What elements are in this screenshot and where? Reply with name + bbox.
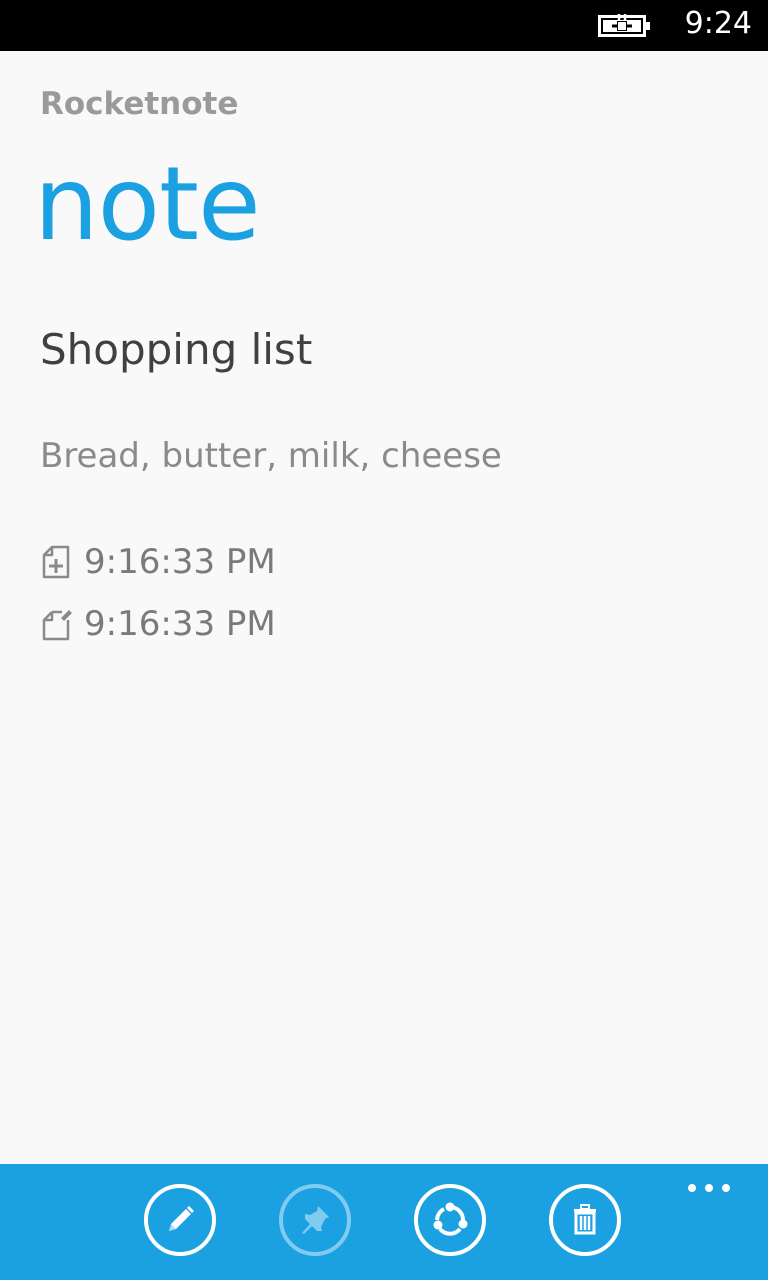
pin-button[interactable] [279,1184,351,1256]
battery-charging-icon [598,14,650,37]
trash-icon [574,1204,596,1235]
app-name: Rocketnote [40,86,239,122]
modified-row: 9:16:33 PM [40,600,276,648]
clock: 9:24 [684,6,752,41]
created-time: 9:16:33 PM [84,542,276,582]
note-body: Bread, butter, milk, cheese [40,436,502,476]
screen: 9:24 Rocketnote note Shopping list Bread… [0,0,768,1280]
ellipsis-icon[interactable] [686,1182,732,1194]
status-bar: 9:24 [0,0,768,51]
delete-button[interactable] [549,1184,621,1256]
sync-icon [433,1202,468,1236]
pin-icon [302,1206,329,1234]
modified-time: 9:16:33 PM [84,604,276,644]
note-title: Shopping list [40,325,313,374]
app-bar [0,1164,768,1280]
edit-button[interactable] [144,1184,216,1256]
page-title: note [34,145,261,264]
note-modified-icon [42,610,72,641]
pencil-icon [169,1206,194,1231]
note-created-icon [42,545,70,579]
sync-button[interactable] [414,1184,486,1256]
created-row: 9:16:33 PM [40,538,276,586]
